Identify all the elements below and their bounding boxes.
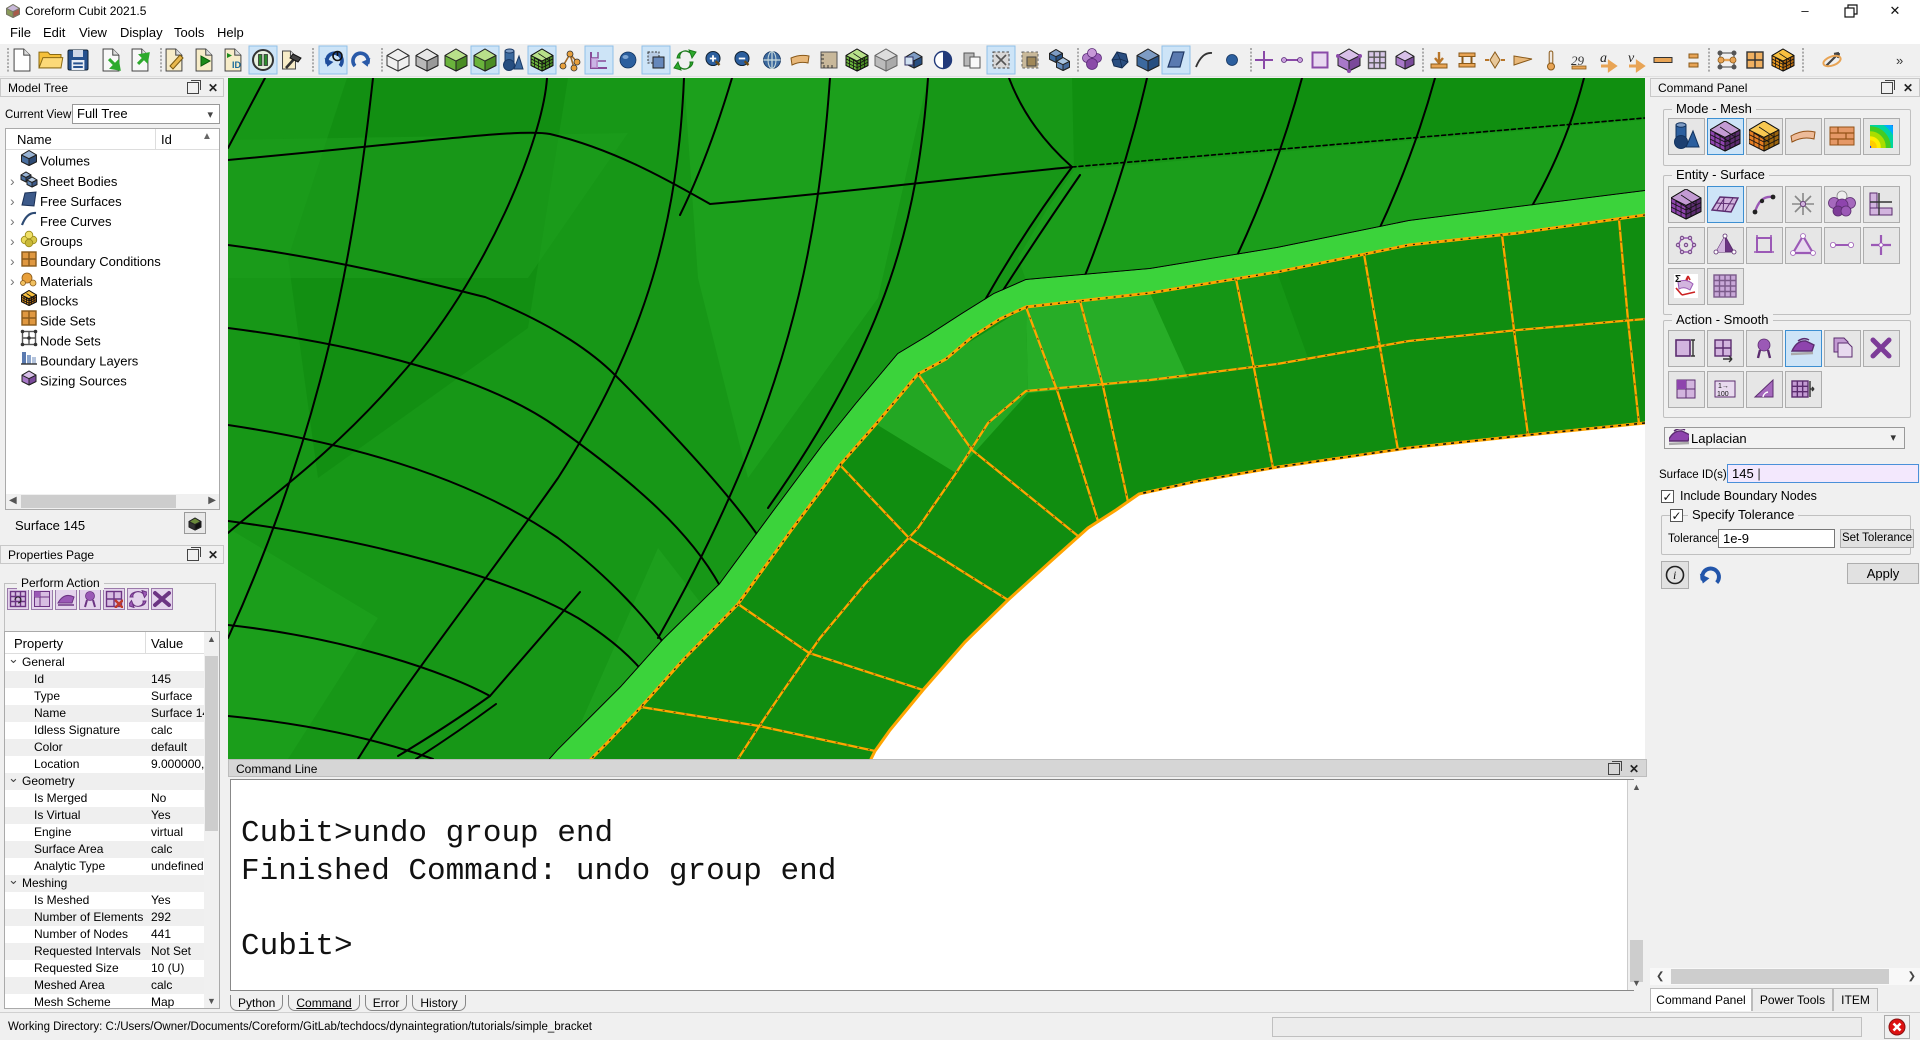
svg-text:a: a bbox=[1600, 51, 1607, 66]
svg-text:v: v bbox=[1628, 51, 1635, 66]
svg-text:ID: ID bbox=[232, 60, 242, 70]
svg-text:Σ: Σ bbox=[1675, 274, 1681, 285]
svg-text:i: i bbox=[1673, 568, 1676, 582]
svg-text:1→: 1→ bbox=[1718, 383, 1729, 390]
svg-text:100: 100 bbox=[1717, 391, 1729, 398]
svg-text:»: » bbox=[1896, 53, 1903, 68]
